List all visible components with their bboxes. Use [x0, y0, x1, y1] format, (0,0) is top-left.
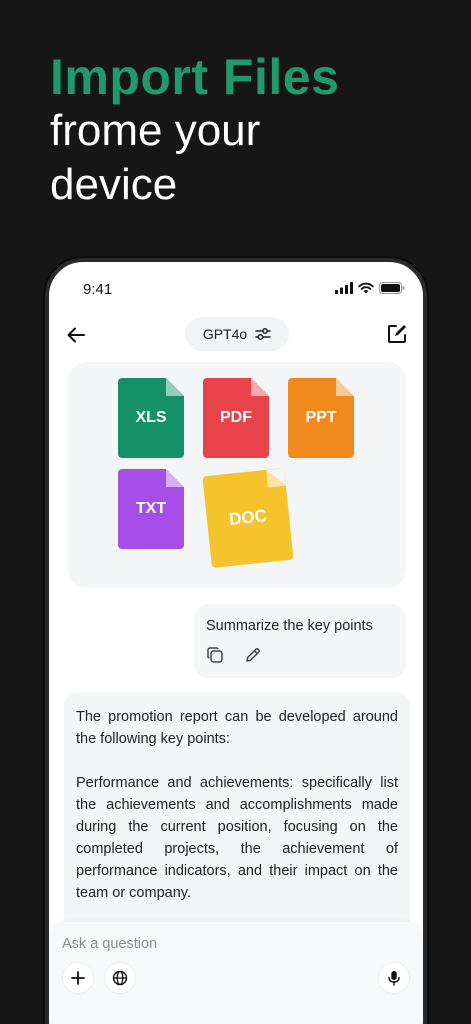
- battery-icon: [379, 282, 405, 294]
- file-pdf: PDF: [203, 378, 269, 458]
- wifi-icon: [358, 282, 374, 294]
- composer: Ask a question: [49, 922, 423, 1024]
- question-input[interactable]: Ask a question: [62, 936, 157, 952]
- compose-icon[interactable]: [385, 322, 409, 346]
- add-attachment-button[interactable]: [62, 962, 94, 994]
- globe-icon: [112, 970, 128, 986]
- back-arrow-icon[interactable]: [63, 322, 89, 348]
- file-xls: XLS: [118, 378, 184, 458]
- phone-frame: 9:41 GPT4o XLS PDF PPT TXT DOC Summarize…: [45, 258, 427, 1024]
- headline-line-3: device: [50, 160, 178, 209]
- file-doc-label: DOC: [228, 506, 268, 529]
- model-label: GPT4o: [202, 326, 248, 342]
- message-actions: [206, 646, 262, 664]
- nav-bar: GPT4o: [49, 314, 423, 360]
- file-types-card: XLS PDF PPT TXT DOC: [68, 362, 406, 588]
- model-selector[interactable]: GPT4o: [185, 317, 289, 351]
- file-doc: DOC: [202, 467, 294, 569]
- status-bar: 9:41: [49, 262, 423, 314]
- microphone-icon: [388, 971, 400, 986]
- status-icons: [335, 282, 405, 294]
- pencil-icon[interactable]: [244, 646, 262, 664]
- file-ppt-label: PPT: [305, 409, 337, 426]
- sliders-icon: [255, 328, 271, 340]
- voice-input-button[interactable]: [378, 962, 410, 994]
- headline-line-2: frome your: [50, 106, 261, 155]
- user-message-bubble: Summarize the key points: [194, 604, 406, 678]
- copy-icon[interactable]: [206, 646, 224, 664]
- headline-accent: Import Files: [50, 49, 340, 105]
- file-xls-label: XLS: [135, 409, 167, 426]
- reply-paragraph-2: Performance and achievements: specifical…: [76, 775, 398, 901]
- file-ppt: PPT: [288, 378, 354, 458]
- user-message-text: Summarize the key points: [206, 618, 373, 634]
- file-txt-label: TXT: [135, 500, 167, 517]
- assistant-reply: The promotion report can be developed ar…: [64, 692, 410, 952]
- file-pdf-label: PDF: [220, 409, 252, 426]
- signal-icon: [335, 282, 353, 294]
- headline: Import Files frome your device: [50, 50, 339, 212]
- status-time: 9:41: [83, 281, 113, 298]
- plus-icon: [71, 971, 85, 985]
- reply-paragraph-1: The promotion report can be developed ar…: [76, 709, 398, 747]
- web-search-button[interactable]: [104, 962, 136, 994]
- file-txt: TXT: [118, 469, 184, 549]
